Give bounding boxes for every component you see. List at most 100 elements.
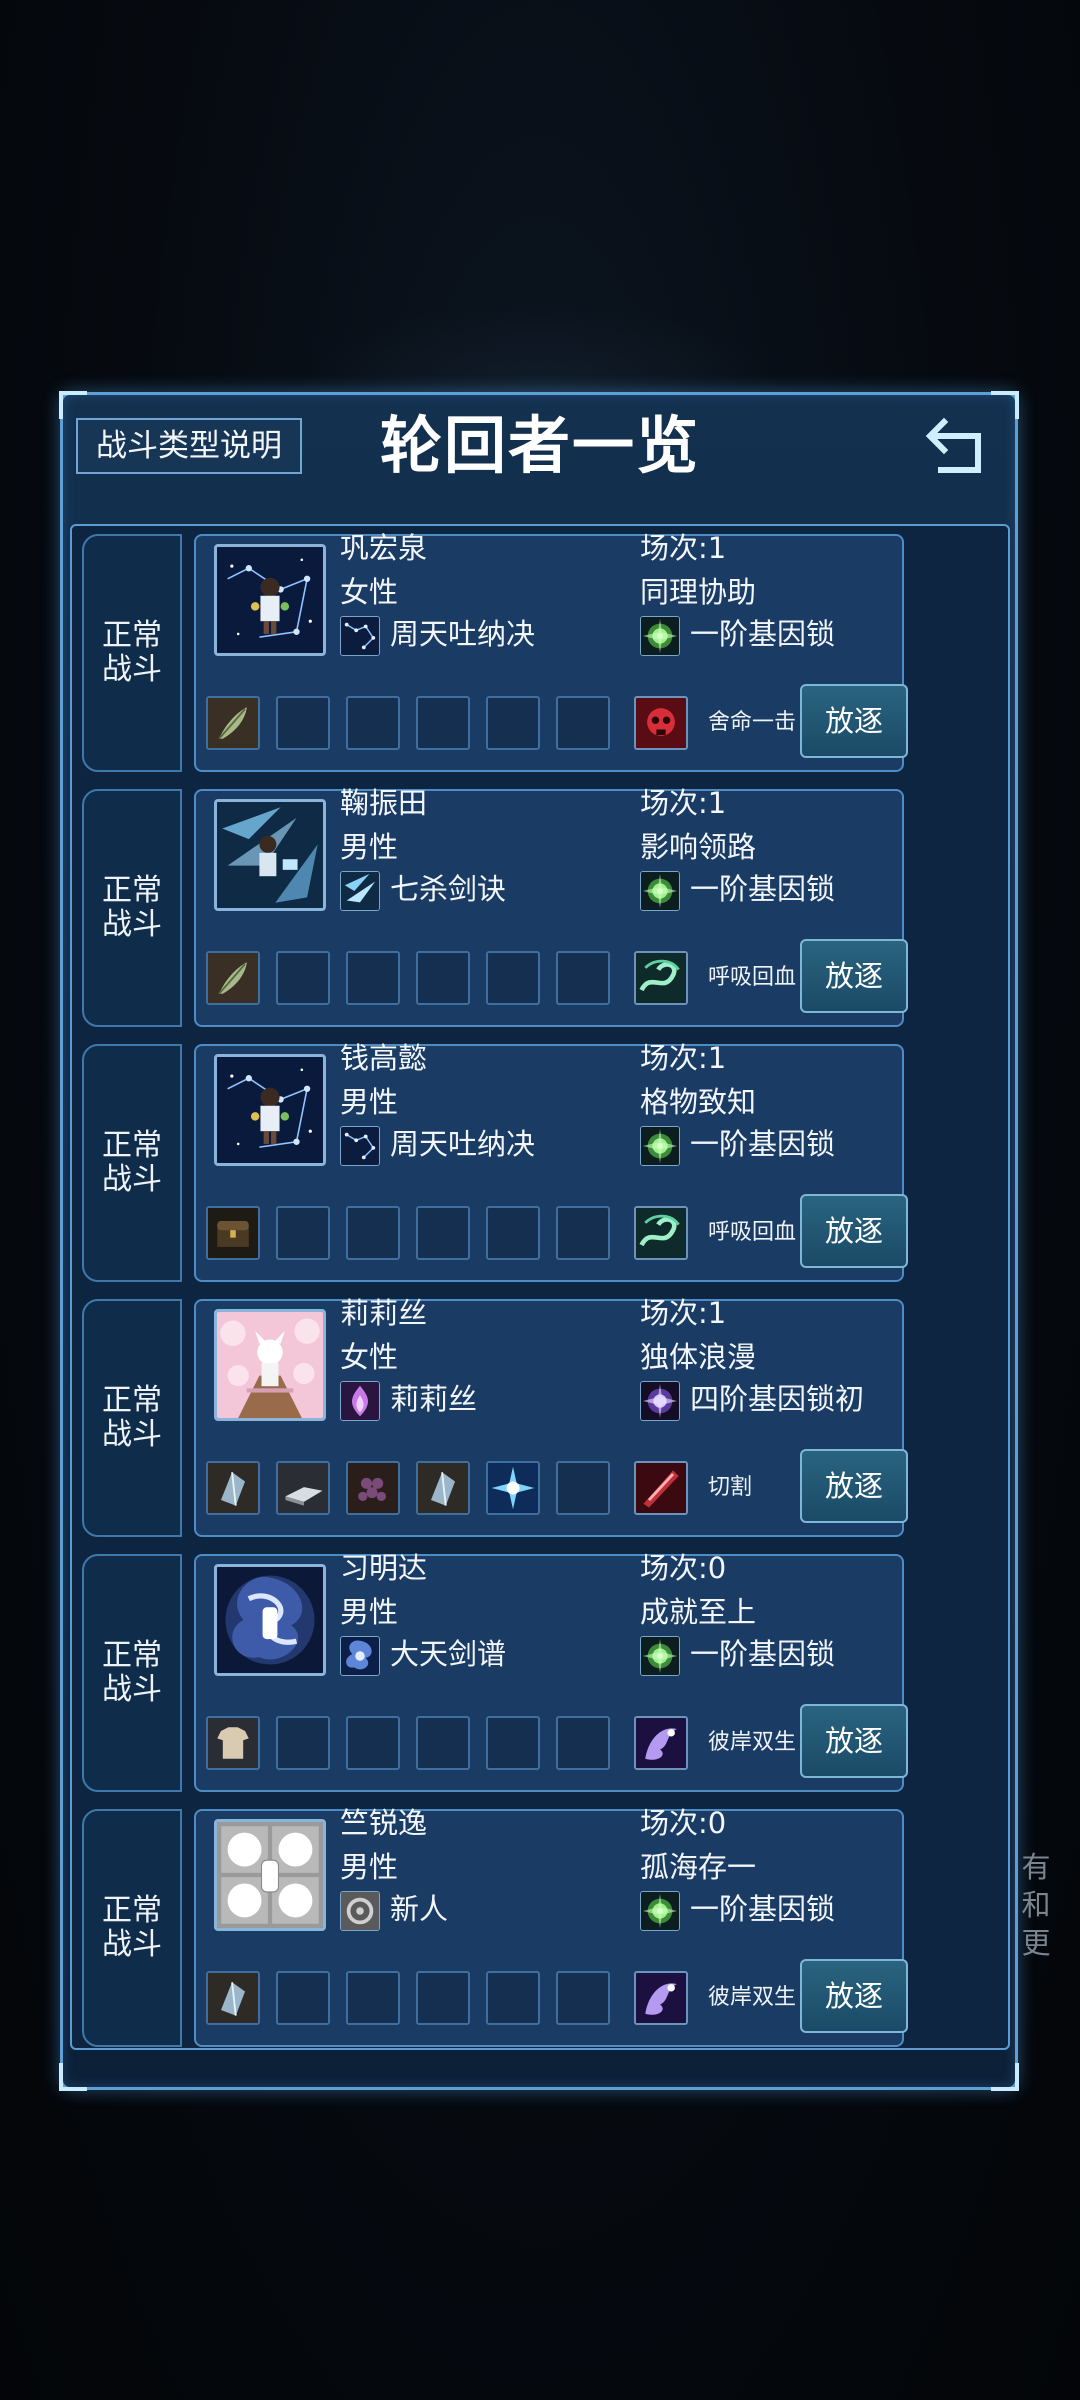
talent-name: 呼吸回血 (708, 1220, 797, 1245)
gray-ring-icon (340, 1891, 380, 1931)
empty-equipment-slot[interactable] (556, 1206, 610, 1260)
character-entry[interactable]: 正常战斗 巩宏泉 女性 周天吐纳决 场次:1 同理协助 一阶基因锁 舍命一击 放逐 (82, 531, 908, 772)
green-swirl-icon[interactable] (634, 951, 688, 1005)
character-entry[interactable]: 正常战斗 鞠振田 男性 七杀剑诀 场次:1 影响领路 一阶基因锁 呼吸回血 放逐 (82, 786, 908, 1027)
exile-button[interactable]: 放逐 (800, 1959, 908, 2033)
character-name: 钱高懿 (340, 1041, 428, 1075)
trait-name: 独体浪漫 (640, 1340, 757, 1374)
character-card: 鞠振田 男性 七杀剑诀 场次:1 影响领路 一阶基因锁 呼吸回血 放逐 (194, 786, 908, 1027)
crystal-icon[interactable] (206, 1461, 260, 1515)
skill-name: 大天剑谱 (390, 1637, 507, 1671)
exile-button[interactable]: 放逐 (800, 1449, 908, 1523)
green-orb-icon (640, 616, 680, 656)
character-entry[interactable]: 正常战斗 竺锐逸 男性 新人 场次:0 孤海存一 一阶基因锁 彼岸双生 放逐 (82, 1806, 908, 2047)
feather-icon[interactable] (206, 951, 260, 1005)
empty-equipment-slot[interactable] (276, 951, 330, 1005)
empty-equipment-slot[interactable] (556, 696, 610, 750)
blue-burst-icon[interactable] (486, 1461, 540, 1515)
green-swirl-icon[interactable] (634, 1206, 688, 1260)
session-count: 场次:1 (640, 531, 727, 565)
battle-type-text: 正常战斗 (102, 1893, 162, 1962)
empty-equipment-slot[interactable] (416, 1206, 470, 1260)
battle-type-help-button[interactable]: 战斗类型说明 (76, 418, 302, 474)
session-count: 场次:1 (640, 1296, 727, 1330)
empty-equipment-slot[interactable] (346, 1716, 400, 1770)
crystal-icon[interactable] (416, 1461, 470, 1515)
character-card: 习明达 男性 大天剑谱 场次:0 成就至上 一阶基因锁 彼岸双生 放逐 (194, 1551, 908, 1792)
empty-equipment-slot[interactable] (346, 696, 400, 750)
empty-equipment-slot[interactable] (346, 1971, 400, 2025)
battle-type-label: 正常战斗 (82, 1809, 182, 2047)
empty-equipment-slot[interactable] (556, 1716, 610, 1770)
talent-name: 呼吸回血 (708, 965, 797, 990)
exile-button[interactable]: 放逐 (800, 939, 908, 1013)
book-icon[interactable] (276, 1461, 330, 1515)
panel-corner (59, 2063, 87, 2091)
character-entry[interactable]: 正常战斗 莉莉丝 女性 莉莉丝 场次:1 独体浪漫 四阶基因锁初 切割 放逐 (82, 1296, 908, 1537)
empty-equipment-slot[interactable] (346, 1206, 400, 1260)
exile-button[interactable]: 放逐 (800, 1194, 908, 1268)
empty-equipment-slot[interactable] (556, 951, 610, 1005)
skill-name: 七杀剑诀 (390, 872, 507, 906)
empty-equipment-slot[interactable] (486, 951, 540, 1005)
side-hint-char: 更 (1021, 1926, 1051, 1960)
empty-equipment-slot[interactable] (416, 1971, 470, 2025)
side-hint-char: 有 (1021, 1850, 1051, 1884)
blue-swirl-icon (340, 1636, 380, 1676)
character-card: 巩宏泉 女性 周天吐纳决 场次:1 同理协助 一阶基因锁 舍命一击 放逐 (194, 531, 908, 772)
empty-equipment-slot[interactable] (276, 1716, 330, 1770)
sword-slash-portrait[interactable] (214, 799, 326, 911)
session-count: 场次:1 (640, 786, 727, 820)
vortex-portrait[interactable] (214, 1564, 326, 1676)
green-orb-icon (640, 1891, 680, 1931)
character-card: 钱高懿 男性 周天吐纳决 场次:1 格物致知 一阶基因锁 呼吸回血 放逐 (194, 1041, 908, 1282)
character-gender: 男性 (340, 1595, 399, 1629)
skill-name: 周天吐纳决 (390, 617, 536, 651)
red-skull-icon[interactable] (634, 696, 688, 750)
empty-equipment-slot[interactable] (556, 1971, 610, 2025)
empty-equipment-slot[interactable] (486, 1716, 540, 1770)
empty-equipment-slot[interactable] (416, 696, 470, 750)
constellation-icon (340, 1126, 380, 1166)
panel-corner (59, 391, 87, 419)
pink-blossom-portrait[interactable] (214, 1309, 326, 1421)
feather-icon[interactable] (206, 696, 260, 750)
gray-tile-portrait[interactable] (214, 1819, 326, 1931)
shirt-icon[interactable] (206, 1716, 260, 1770)
starfield-portrait[interactable] (214, 1054, 326, 1166)
red-blade-icon[interactable] (634, 1461, 688, 1515)
character-entry[interactable]: 正常战斗 钱高懿 男性 周天吐纳决 场次:1 格物致知 一阶基因锁 呼吸回血 放逐 (82, 1041, 908, 1282)
exile-button[interactable]: 放逐 (800, 1704, 908, 1778)
battle-type-label: 正常战斗 (82, 1299, 182, 1537)
empty-equipment-slot[interactable] (556, 1461, 610, 1515)
empty-equipment-slot[interactable] (486, 696, 540, 750)
empty-equipment-slot[interactable] (276, 1206, 330, 1260)
chest-icon[interactable] (206, 1206, 260, 1260)
empty-equipment-slot[interactable] (486, 1206, 540, 1260)
character-list[interactable]: 正常战斗 巩宏泉 女性 周天吐纳决 场次:1 同理协助 一阶基因锁 舍命一击 放逐 正常战斗 鞠振田… (70, 524, 1010, 2050)
character-name: 习明达 (340, 1551, 428, 1585)
empty-equipment-slot[interactable] (416, 951, 470, 1005)
purple-spirit-icon[interactable] (634, 1716, 688, 1770)
character-entry[interactable]: 正常战斗 习明达 男性 大天剑谱 场次:0 成就至上 一阶基因锁 彼岸双生 放逐 (82, 1551, 908, 1792)
empty-equipment-slot[interactable] (346, 951, 400, 1005)
back-arrow-icon[interactable] (922, 412, 992, 482)
talent-name: 舍命一击 (708, 710, 797, 735)
berries-icon[interactable] (346, 1461, 400, 1515)
empty-equipment-slot[interactable] (276, 696, 330, 750)
crystal-icon[interactable] (206, 1971, 260, 2025)
panel-corner (991, 391, 1019, 419)
empty-equipment-slot[interactable] (276, 1971, 330, 2025)
empty-equipment-slot[interactable] (416, 1716, 470, 1770)
exile-button[interactable]: 放逐 (800, 684, 908, 758)
green-orb-icon (640, 1636, 680, 1676)
constellation-icon (340, 616, 380, 656)
starfield-portrait[interactable] (214, 544, 326, 656)
empty-equipment-slot[interactable] (486, 1971, 540, 2025)
character-name: 鞠振田 (340, 786, 428, 820)
green-orb-icon (640, 871, 680, 911)
purple-spirit-icon[interactable] (634, 1971, 688, 2025)
gene-lock-level: 一阶基因锁 (690, 1127, 836, 1161)
character-gender: 女性 (340, 575, 399, 609)
talent-name: 彼岸双生 (708, 1985, 797, 2010)
